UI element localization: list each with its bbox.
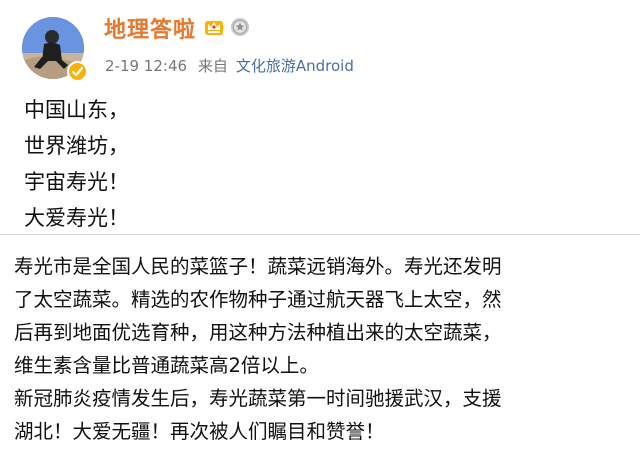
post-body: 中国山东， 世界潍坊， 宇宙寿光！ 大爱寿光！ xyxy=(24,92,129,236)
caption-line: 湖北！大爱无疆！再次被人们瞩目和赞誉！ xyxy=(14,420,385,443)
crown-badge-icon[interactable] xyxy=(203,16,225,38)
post-line: 大爱寿光！ xyxy=(24,206,129,230)
caption-line: 寿光市是全国人民的菜篮子！蔬菜远销海外。寿光还发明 xyxy=(14,255,502,278)
post-line: 中国山东， xyxy=(24,98,129,122)
source-label: 来自 xyxy=(197,57,228,75)
caption-line: 维生素含量比普通蔬菜高2倍以上。 xyxy=(14,354,319,377)
caption-line: 后再到地面优选育种，用这种方法种植出来的太空蔬菜， xyxy=(14,321,502,344)
avatar-container[interactable] xyxy=(22,17,88,82)
user-badges xyxy=(203,16,251,38)
post-line: 宇宙寿光！ xyxy=(24,170,129,194)
weibo-post-card: 地理答啦 2-19 12:46 来自 文化旅游Android 中国山东， 世界潍坊… xyxy=(0,0,640,232)
caption-text: 寿光市是全国人民的菜篮子！蔬菜远销海外。寿光还发明 了太空蔬菜。精选的农作物种子… xyxy=(14,250,636,448)
post-line: 世界潍坊， xyxy=(24,134,129,158)
post-meta: 2-19 12:46 来自 文化旅游Android xyxy=(105,55,354,76)
source-app-link[interactable]: 文化旅游Android xyxy=(236,57,354,75)
post-time: 2-19 12:46 xyxy=(105,57,188,75)
verified-badge-icon xyxy=(67,61,88,82)
caption-line: 新冠肺炎疫情发生后，寿光蔬菜第一时间驰援武汉，支援 xyxy=(14,387,502,410)
username[interactable]: 地理答啦 xyxy=(104,12,196,44)
divider xyxy=(0,234,640,235)
medal-badge-icon[interactable] xyxy=(229,16,251,38)
caption-line: 了太空蔬菜。精选的农作物种子通过航天器飞上太空，然 xyxy=(14,288,502,311)
